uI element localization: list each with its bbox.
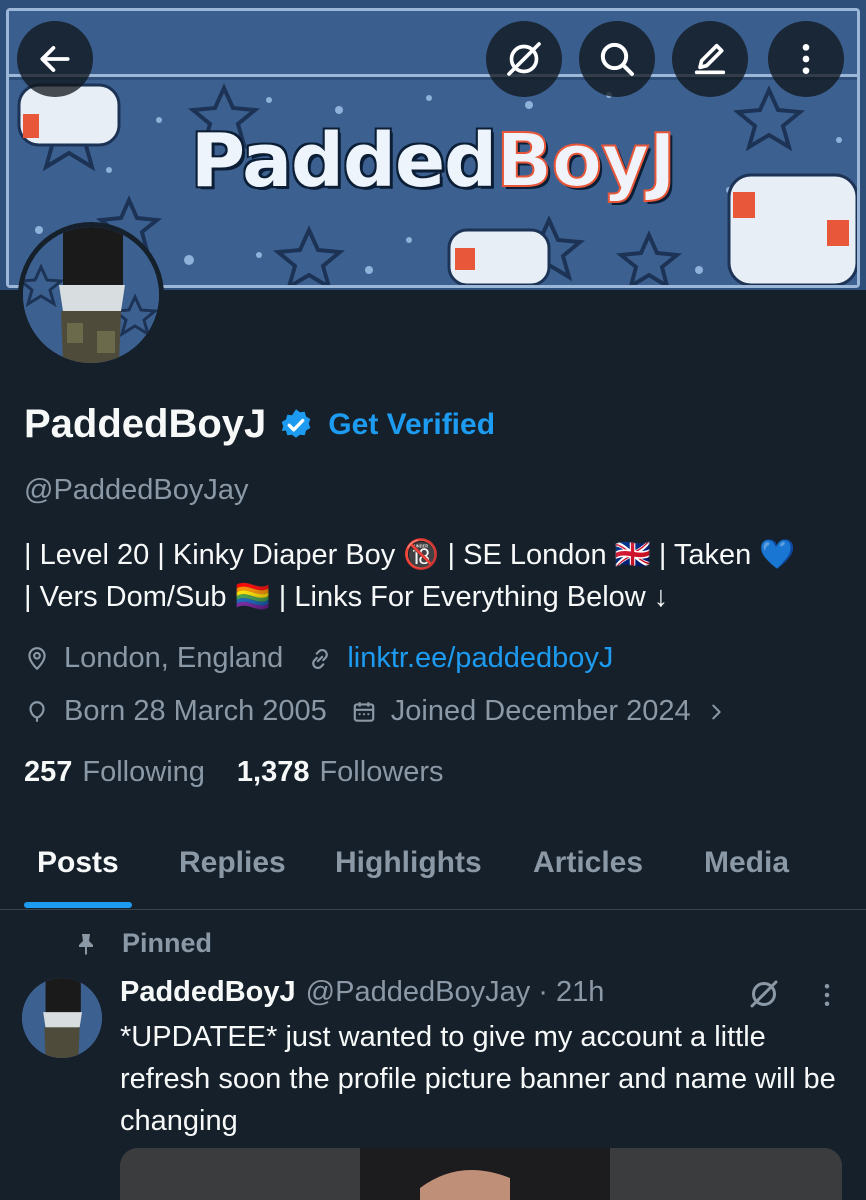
- tab-media[interactable]: Media: [704, 846, 789, 880]
- location-text: London, England: [64, 642, 284, 674]
- post-author-handle-time[interactable]: @PaddedBoyJay · 21h: [306, 976, 605, 1009]
- more-options-button[interactable]: [768, 21, 844, 97]
- profile-handle: @PaddedBoyJay: [24, 474, 249, 506]
- banner-title: PaddedBoyJ: [0, 117, 866, 205]
- location-pin-icon: [28, 646, 46, 670]
- calendar-icon: [353, 701, 375, 722]
- website-item[interactable]: linktr.ee/paddedboyJ: [307, 642, 613, 675]
- tab-highlights[interactable]: Highlights: [335, 846, 482, 880]
- joined-item[interactable]: Joined December 2024: [351, 695, 727, 728]
- birthday-text: Born 28 March 2005: [64, 695, 327, 727]
- chevron-right-icon: [711, 704, 721, 719]
- profile-bio: | Level 20 | Kinky Diaper Boy 🔞 | SE Lon…: [24, 534, 844, 618]
- followers-label[interactable]: Followers: [319, 756, 443, 789]
- balloon-icon: [29, 700, 45, 722]
- following-label[interactable]: Following: [82, 756, 205, 789]
- more-vertical-icon: [802, 44, 810, 74]
- banner-title-part1: Padded: [190, 118, 497, 204]
- post-header: PaddedBoyJ @PaddedBoyJay · 21h: [120, 976, 604, 1009]
- active-tab-indicator: [24, 902, 132, 908]
- display-name: PaddedBoyJ: [24, 402, 267, 446]
- profile-name-row: PaddedBoyJ Get Verified: [24, 402, 495, 447]
- profile-meta-row-2: Born 28 March 2005 Joined December 2024: [24, 695, 751, 728]
- location-item: London, England: [24, 642, 283, 675]
- search-button[interactable]: [579, 21, 655, 97]
- back-arrow-icon: [40, 46, 70, 72]
- back-button[interactable]: [17, 21, 93, 97]
- compose-icon: [694, 43, 726, 75]
- post-media-image[interactable]: [120, 1148, 842, 1200]
- profile-meta-row: London, England linktr.ee/paddedboyJ: [24, 642, 637, 675]
- grok-icon: [507, 42, 541, 76]
- tab-posts[interactable]: Posts: [37, 846, 119, 880]
- grok-button[interactable]: [486, 21, 562, 97]
- profile-tabs: Posts Replies Highlights Articles Media: [0, 828, 866, 910]
- more-vertical-icon[interactable]: [812, 980, 842, 1010]
- search-icon: [600, 42, 634, 76]
- bio-line: | Vers Dom/Sub 🏳️‍🌈 | Links For Everythi…: [24, 581, 669, 613]
- website-link[interactable]: linktr.ee/paddedboyJ: [347, 642, 613, 675]
- bio-line: | Level 20 | Kinky Diaper Boy 🔞 | SE Lon…: [24, 539, 796, 571]
- joined-text: Joined December 2024: [390, 695, 691, 727]
- pinned-label: Pinned: [122, 928, 213, 958]
- post-author-avatar[interactable]: [22, 978, 102, 1058]
- followers-count[interactable]: 1,378: [237, 756, 310, 789]
- follow-counts: 257 Following 1,378 Followers: [24, 756, 476, 789]
- post-author-name[interactable]: PaddedBoyJ: [120, 976, 296, 1009]
- tab-replies[interactable]: Replies: [179, 846, 286, 880]
- birthday-item: Born 28 March 2005: [24, 695, 327, 728]
- link-icon: [312, 648, 329, 669]
- post-text: *UPDATEE* just wanted to give my account…: [120, 1021, 836, 1137]
- profile-avatar[interactable]: [18, 222, 164, 368]
- avatar-photo: [23, 227, 159, 363]
- compose-button[interactable]: [672, 21, 748, 97]
- banner-title-part2: BoyJ: [495, 117, 677, 205]
- grok-icon[interactable]: [746, 976, 782, 1012]
- following-count[interactable]: 257: [24, 756, 72, 789]
- pinned-indicator: Pinned: [74, 928, 212, 959]
- tab-articles[interactable]: Articles: [533, 846, 643, 880]
- verified-badge-icon[interactable]: [278, 407, 314, 443]
- pin-icon: [79, 933, 93, 955]
- get-verified-link[interactable]: Get Verified: [328, 408, 495, 442]
